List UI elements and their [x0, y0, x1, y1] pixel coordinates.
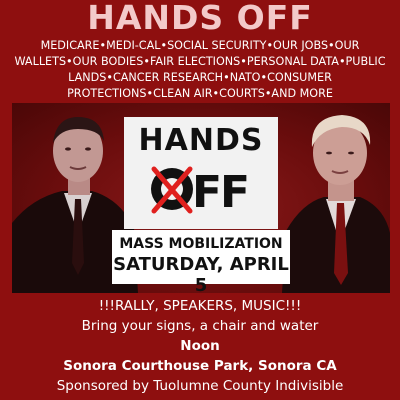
header-band: HANDS OFF MEDICARE•MEDI-CAL•SOCIAL SECUR…: [0, 0, 400, 105]
logo-word-off: FF: [124, 157, 278, 221]
details-bring: Bring your signs, a chair and water: [81, 318, 319, 334]
details-rally: !!!RALLY, SPEAKERS, MUSIC!!!: [98, 298, 302, 314]
event-details: !!!RALLY, SPEAKERS, MUSIC!!! Bring your …: [0, 296, 400, 396]
right-portrait: [280, 103, 390, 293]
details-location: Sonora Courthouse Park, Sonora CA: [63, 358, 337, 374]
event-date: SATURDAY, APRIL 5: [113, 254, 289, 296]
event-banner: MASS MOBILIZATION SATURDAY, APRIL 5: [112, 230, 290, 296]
details-time: Noon: [180, 338, 220, 354]
poster: HANDS OFF MEDICARE•MEDI-CAL•SOCIAL SECUR…: [0, 0, 400, 400]
hands-off-logo: HANDS FF: [124, 117, 278, 229]
event-subtitle: MASS MOBILIZATION: [119, 236, 283, 252]
poster-title: HANDS OFF: [87, 0, 313, 37]
issues-list: MEDICARE•MEDI-CAL•SOCIAL SECURITY•OUR JO…: [14, 39, 386, 100]
logo-off-text: FF: [192, 167, 248, 218]
logo-word-hands: HANDS: [138, 123, 264, 158]
details-sponsor: Sponsored by Tuolumne County Indivisible: [56, 378, 344, 394]
